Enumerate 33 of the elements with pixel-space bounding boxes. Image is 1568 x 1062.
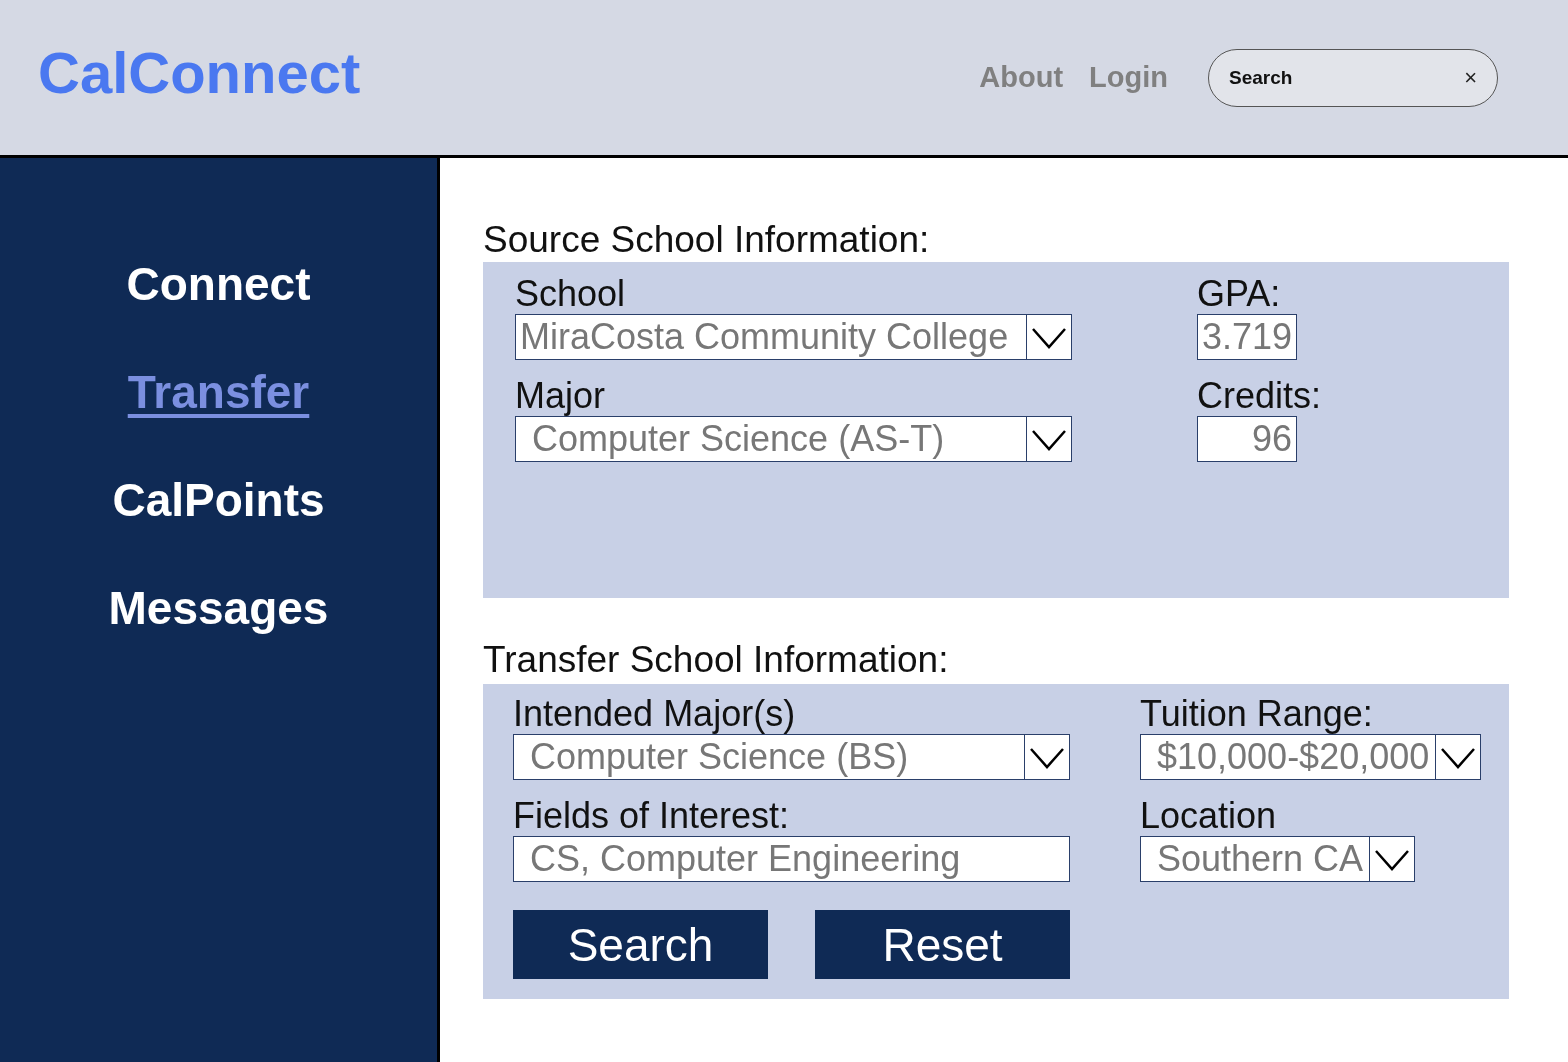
- dropdown-value: Computer Science (BS): [529, 735, 910, 779]
- field-label: GPA:: [1197, 274, 1282, 314]
- field-label: Major: [515, 376, 607, 416]
- nav-link[interactable]: Login: [1089, 61, 1168, 94]
- form-button[interactable]: Reset: [815, 910, 1070, 979]
- sidebar-item[interactable]: Messages: [108, 582, 329, 634]
- form-button[interactable]: Search: [513, 910, 768, 979]
- dropdown[interactable]: $10,000-$20,000: [1140, 734, 1482, 780]
- input-field[interactable]: CS, Computer Engineering: [513, 836, 1070, 882]
- dropdown-value: Southern CA: [1156, 837, 1365, 881]
- sidebar-item[interactable]: Transfer: [127, 366, 310, 418]
- logo: CalConnect: [38, 39, 361, 106]
- field-label: Fields of Interest:: [513, 796, 791, 836]
- input-field[interactable]: 96: [1197, 416, 1297, 462]
- input-field[interactable]: 3.719: [1197, 314, 1297, 360]
- field-label: Tuition Range:: [1140, 694, 1374, 734]
- nav-link[interactable]: About: [979, 61, 1064, 94]
- dropdown-value: Computer Science (AS-T): [531, 417, 946, 461]
- dropdown-value: $10,000-$20,000: [1156, 735, 1431, 779]
- dropdown[interactable]: Computer Science (BS): [513, 734, 1070, 780]
- field-label: School: [515, 274, 627, 314]
- field-label: Credits:: [1197, 376, 1322, 416]
- field-label: Location: [1140, 796, 1278, 836]
- field-label: Intended Major(s): [513, 694, 797, 734]
- sidebar-item[interactable]: CalPoints: [112, 474, 325, 526]
- dropdown[interactable]: Southern CA: [1140, 836, 1416, 882]
- dropdown[interactable]: Computer Science (AS-T): [515, 416, 1072, 462]
- sidebar-item[interactable]: Connect: [126, 258, 311, 310]
- dropdown[interactable]: MiraCosta Community College: [515, 314, 1072, 360]
- section-title: Transfer School Information:: [483, 638, 950, 682]
- dropdown-value: MiraCosta Community College: [519, 315, 1010, 359]
- search-field[interactable]: Search ×: [1208, 48, 1498, 107]
- section-title: Source School Information:: [483, 218, 931, 262]
